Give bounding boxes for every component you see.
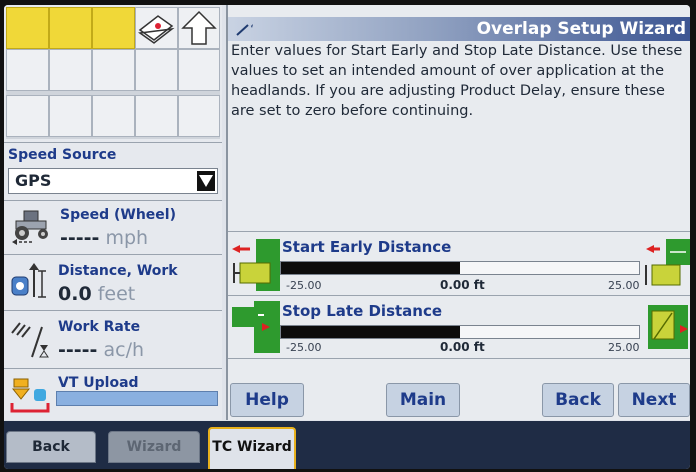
work-rate-section[interactable]: Work Rate ----- ac/h xyxy=(4,310,222,366)
start-early-end-icon xyxy=(645,239,690,286)
shortcut-slot-1[interactable] xyxy=(6,7,49,49)
start-early-min: -25.00 xyxy=(286,279,322,292)
stop-late-end-icon xyxy=(648,305,688,349)
wizard-title-bar: Overlap Setup Wizard xyxy=(228,17,690,41)
start-early-row[interactable]: Start Early Distance -25.00 0.00 ft 25.0… xyxy=(228,231,690,295)
start-early-label: Start Early Distance xyxy=(282,238,452,256)
shortcut-slot-15[interactable] xyxy=(178,95,220,137)
distance-section[interactable]: Distance, Work 0.0 feet xyxy=(4,254,222,310)
speed-source-value: GPS xyxy=(15,171,52,190)
help-button[interactable]: Help xyxy=(230,383,304,417)
left-panel: Speed Source GPS Speed (Wheel) ----- mph xyxy=(4,5,222,420)
speed-value: ----- xyxy=(60,227,100,249)
bottom-tab-bar: Back Wizard TC Wizard xyxy=(4,421,690,469)
shortcut-slot-3[interactable] xyxy=(92,7,135,49)
start-early-slider[interactable] xyxy=(280,261,640,275)
back-tab[interactable]: Back xyxy=(6,431,96,463)
distance-label: Distance, Work xyxy=(58,263,178,279)
tractor-icon xyxy=(12,210,48,245)
shortcut-slot-9[interactable] xyxy=(135,49,178,91)
shortcut-slot-10[interactable] xyxy=(178,49,220,91)
dropdown-arrow-icon xyxy=(197,171,215,191)
shortcut-slot-6[interactable] xyxy=(6,49,49,91)
wizard-panel: Overlap Setup Wizard Enter values for St… xyxy=(226,5,690,420)
display-screen: Speed Source GPS Speed (Wheel) ----- mph xyxy=(4,5,690,469)
shortcut-grid xyxy=(6,7,220,139)
work-rate-icon xyxy=(11,322,49,358)
wizard-title: Overlap Setup Wizard xyxy=(476,19,686,39)
start-early-slider-fill xyxy=(281,262,460,274)
shortcut-slot-2[interactable] xyxy=(49,7,92,49)
up-arrow-button[interactable] xyxy=(178,7,220,49)
stop-late-value: 0.00 ft xyxy=(440,340,485,354)
work-rate-readout: ----- ac/h xyxy=(58,339,144,361)
shortcut-slot-8[interactable] xyxy=(92,49,135,91)
divider xyxy=(228,358,690,359)
stop-late-slider[interactable] xyxy=(280,325,640,339)
shortcut-slot-11[interactable] xyxy=(6,95,49,137)
stop-late-min: -25.00 xyxy=(286,341,322,354)
speed-label: Speed (Wheel) xyxy=(60,207,176,223)
start-early-max: 25.00 xyxy=(608,279,640,292)
shortcut-slot-13[interactable] xyxy=(92,95,135,137)
field-map-button[interactable] xyxy=(135,7,178,49)
speed-section[interactable]: Speed (Wheel) ----- mph xyxy=(4,200,222,252)
back-button[interactable]: Back xyxy=(542,383,614,417)
vt-upload-progress-bar xyxy=(56,391,218,406)
next-button[interactable]: Next xyxy=(618,383,690,417)
field-map-icon xyxy=(138,15,175,44)
distance-value: 0.0 xyxy=(58,283,92,305)
speed-source-dropdown[interactable]: GPS xyxy=(8,168,218,194)
shortcut-slot-12[interactable] xyxy=(49,95,92,137)
shortcut-slot-7[interactable] xyxy=(49,49,92,91)
start-early-implement-icon xyxy=(232,239,280,291)
work-rate-value: ----- xyxy=(58,339,98,361)
stop-late-row[interactable]: Stop Late Distance -25.00 0.00 ft 25.00 xyxy=(228,295,690,357)
vt-upload-label: VT Upload xyxy=(58,375,139,391)
main-button[interactable]: Main xyxy=(386,383,460,417)
speed-readout: ----- mph xyxy=(60,227,148,249)
up-arrow-icon xyxy=(181,10,217,45)
start-early-value: 0.00 ft xyxy=(440,278,485,292)
stop-late-slider-fill xyxy=(281,326,460,338)
stop-late-label: Stop Late Distance xyxy=(282,302,443,320)
wizard-tab: Wizard xyxy=(108,431,200,463)
wizard-wand-icon xyxy=(236,22,253,36)
wizard-description: Enter values for Start Early and Stop La… xyxy=(231,43,683,119)
tc-wizard-tab[interactable]: TC Wizard xyxy=(208,427,296,469)
distance-readout: 0.0 feet xyxy=(58,283,135,305)
stop-late-implement-icon xyxy=(232,301,280,353)
upload-icon xyxy=(10,378,50,413)
distance-unit: feet xyxy=(97,283,136,305)
stop-late-max: 25.00 xyxy=(608,341,640,354)
work-rate-unit: ac/h xyxy=(103,339,145,361)
speed-source-label: Speed Source xyxy=(8,147,117,163)
speed-unit: mph xyxy=(105,227,149,249)
work-rate-label: Work Rate xyxy=(58,319,141,335)
shortcut-slot-14[interactable] xyxy=(135,95,178,137)
distance-odometer-icon xyxy=(11,263,46,298)
